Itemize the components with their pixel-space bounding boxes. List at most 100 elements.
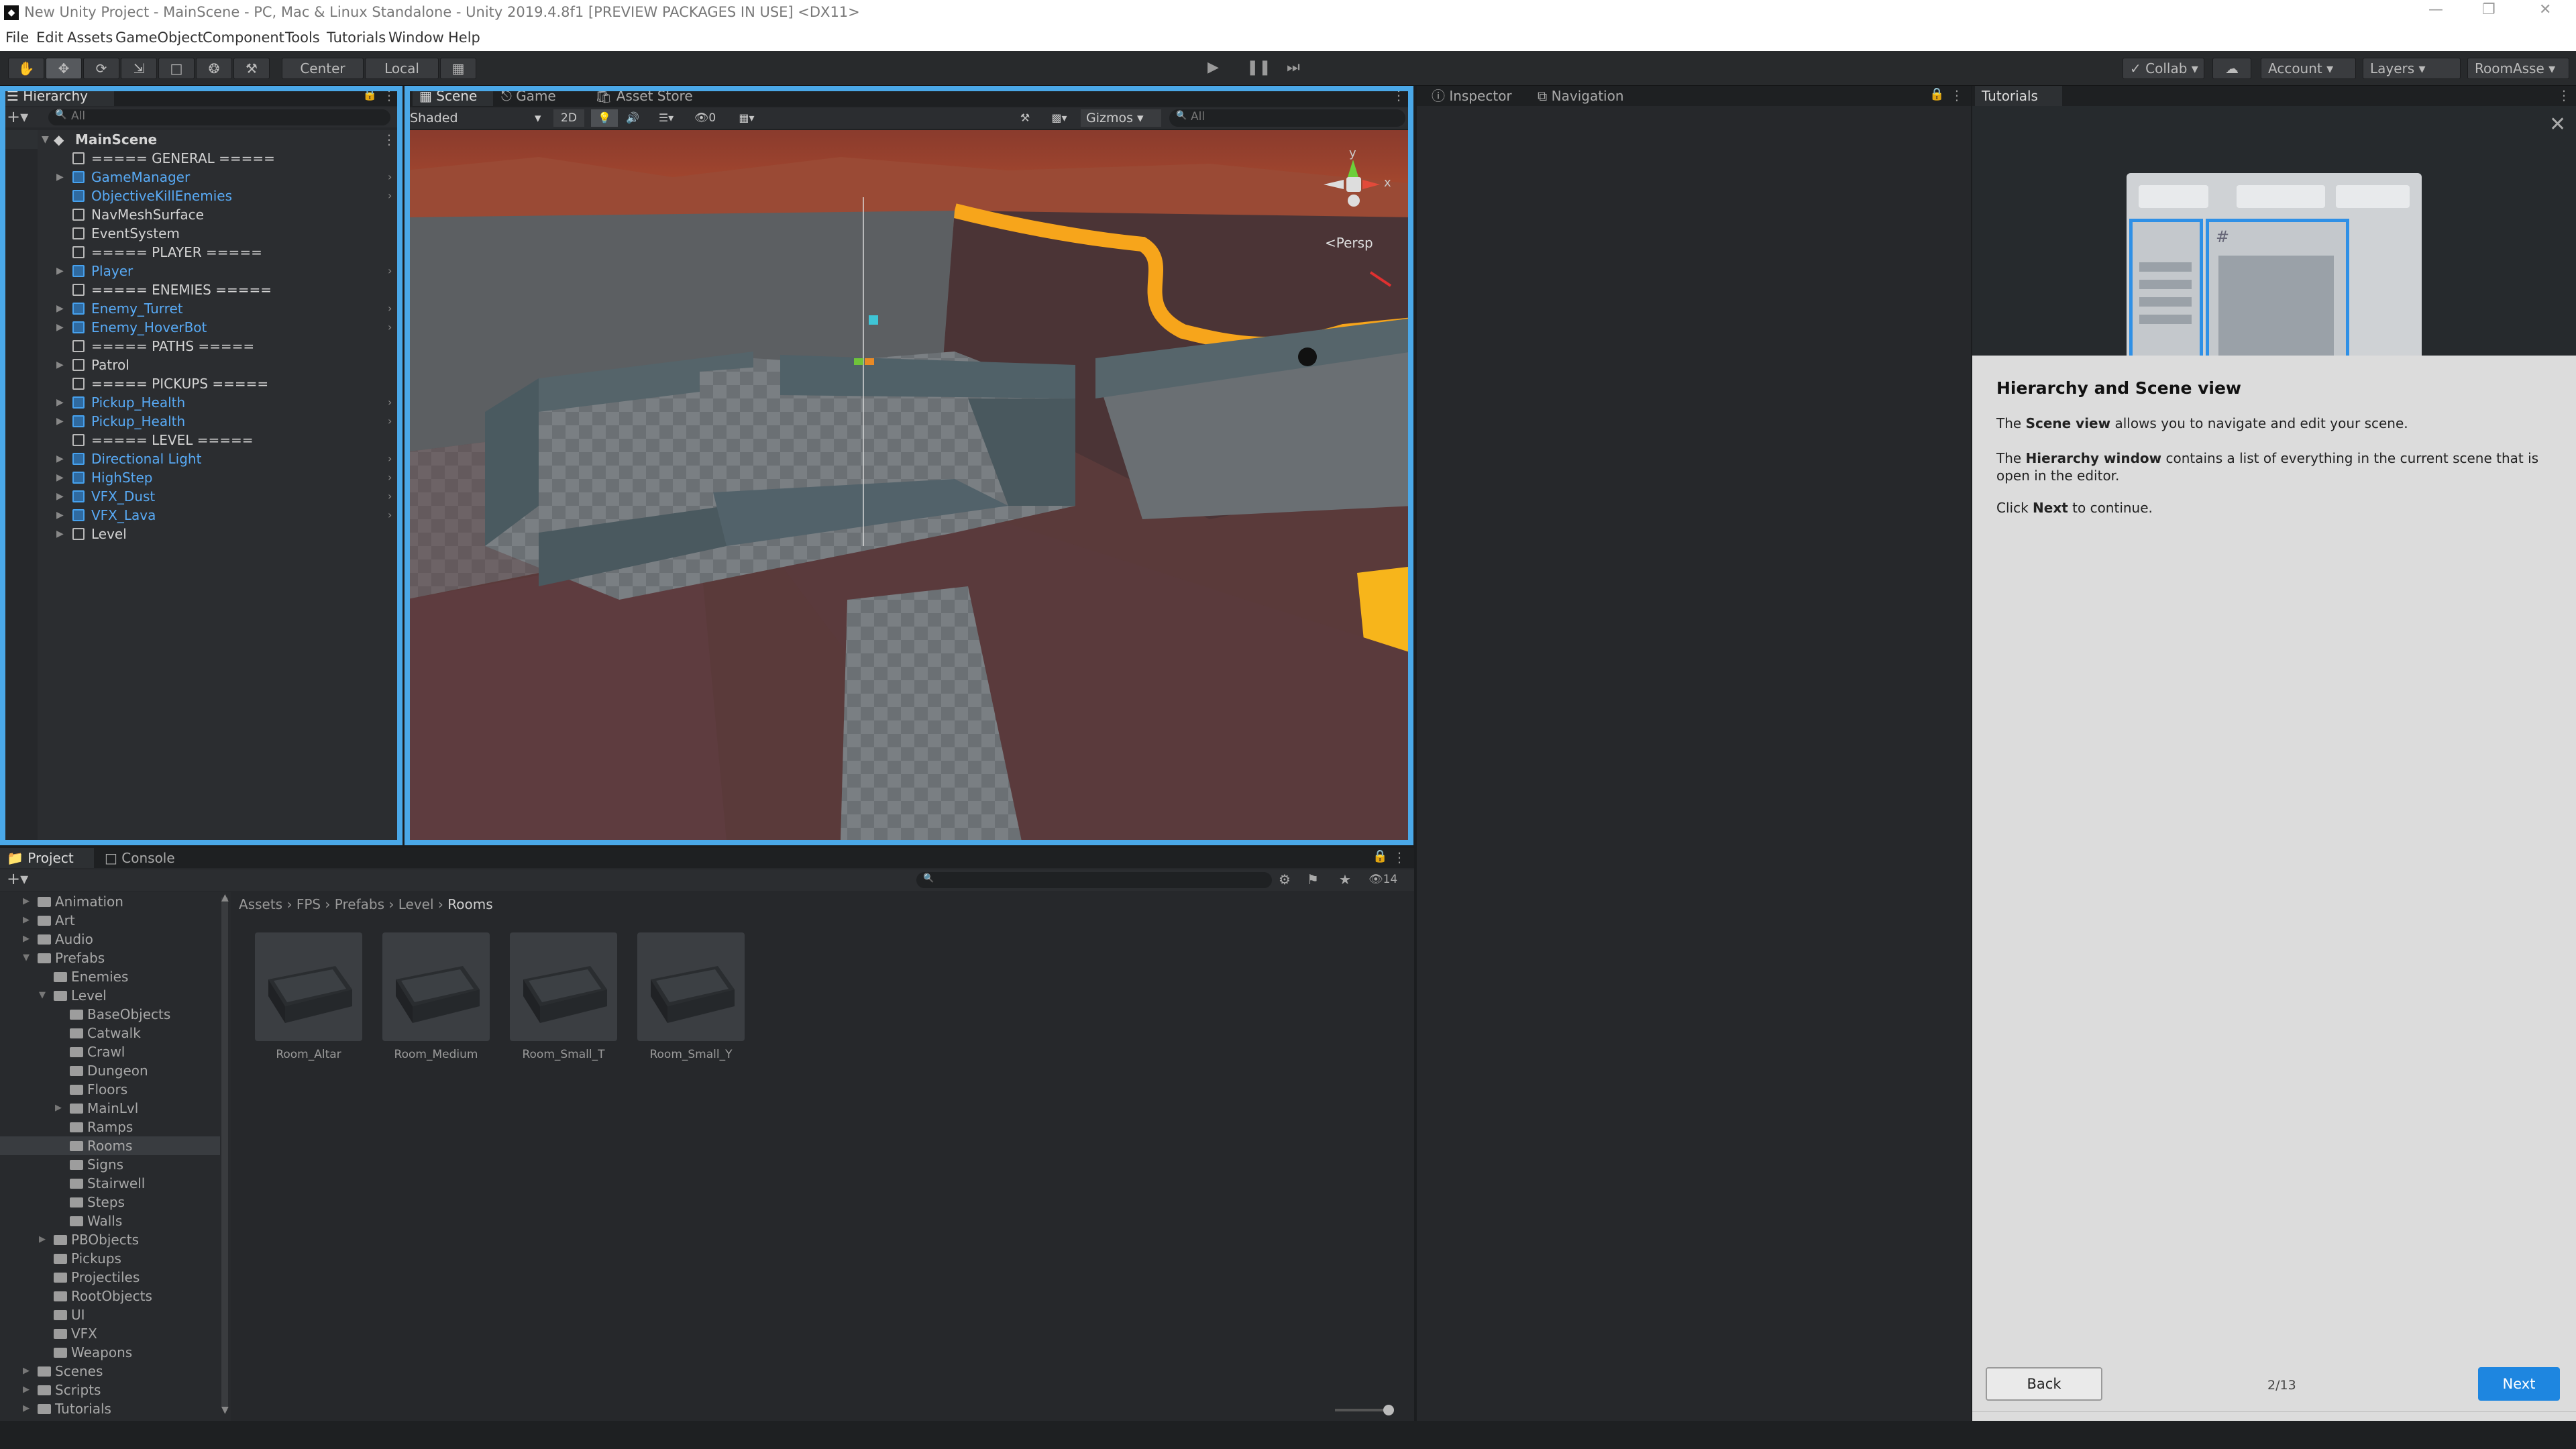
- shading-mode-dropdown[interactable]: Shaded ▾: [410, 109, 544, 127]
- expand-arrow-icon[interactable]: ▶: [56, 262, 64, 280]
- hand-tool-icon[interactable]: ✋: [8, 58, 44, 79]
- scene-root-item[interactable]: ▼ ◆ MainScene ⋮: [0, 130, 402, 149]
- project-folder-item[interactable]: Catwalk: [0, 1024, 220, 1042]
- project-folder-item[interactable]: ▶ Tutorials: [0, 1399, 220, 1418]
- asset-tile[interactable]: Room_Medium: [382, 932, 490, 1061]
- minimize-icon[interactable]: —: [2428, 1, 2443, 18]
- hierarchy-item[interactable]: ===== GENERAL =====: [0, 149, 402, 168]
- scene-viewport[interactable]: y x <Persp: [405, 130, 1413, 841]
- hierarchy-item[interactable]: ===== LEVEL =====: [0, 431, 402, 449]
- play-icon[interactable]: ▶: [1208, 58, 1241, 79]
- project-lock-icon[interactable]: 🔒: [1373, 849, 1387, 863]
- layout-dropdown[interactable]: RoomAsse ▾: [2467, 58, 2569, 79]
- asset-tile[interactable]: Room_Small_Y: [637, 932, 745, 1061]
- hidden-packages-toggle[interactable]: 👁14: [1368, 873, 1397, 886]
- open-prefab-icon[interactable]: ›: [388, 393, 392, 412]
- favorite-star-icon[interactable]: ★: [1339, 871, 1351, 888]
- open-prefab-icon[interactable]: ›: [388, 487, 392, 506]
- scale-tool-icon[interactable]: ⇲: [121, 58, 157, 79]
- expand-arrow-icon[interactable]: ▶: [56, 506, 64, 525]
- move-tool-icon[interactable]: ✥: [46, 58, 82, 79]
- hierarchy-item[interactable]: ▶ VFX_Dust ›: [0, 487, 402, 506]
- hierarchy-item[interactable]: ===== PATHS =====: [0, 337, 402, 356]
- expand-arrow-icon[interactable]: ▶: [23, 1399, 30, 1418]
- expand-arrow-icon[interactable]: ▶: [23, 930, 30, 949]
- breadcrumb-item[interactable]: Prefabs: [335, 896, 384, 912]
- hierarchy-item[interactable]: ▶ Pickup_Health ›: [0, 393, 402, 412]
- project-folder-item[interactable]: Rooms: [0, 1136, 220, 1155]
- gizmo-x-arrow-icon[interactable]: [1362, 180, 1380, 189]
- more-options-icon[interactable]: ⋮: [382, 87, 396, 103]
- scene-menu-icon[interactable]: ⋮: [382, 130, 396, 149]
- expand-arrow-icon[interactable]: ▶: [56, 393, 64, 412]
- audio-toggle-icon[interactable]: 🔊: [619, 109, 646, 127]
- expand-arrow-icon[interactable]: ▶: [56, 168, 64, 186]
- tab-tutorials[interactable]: Tutorials: [1975, 86, 2062, 106]
- hierarchy-item[interactable]: ObjectiveKillEnemies ›: [0, 186, 402, 205]
- tab-scene[interactable]: ▦ Scene: [413, 86, 493, 106]
- hierarchy-item[interactable]: ▶ Pickup_Health ›: [0, 412, 402, 431]
- project-folder-item[interactable]: Dungeon: [0, 1061, 220, 1080]
- expand-arrow-icon[interactable]: ▶: [56, 449, 64, 468]
- gizmo-center-cube-icon[interactable]: [1346, 177, 1361, 192]
- back-button[interactable]: Back: [1986, 1367, 2102, 1401]
- breadcrumb-item[interactable]: FPS: [297, 896, 321, 912]
- project-folder-item[interactable]: Projectiles: [0, 1268, 220, 1287]
- project-folder-item[interactable]: ▼ Level: [0, 986, 220, 1005]
- collab-dropdown[interactable]: ✓ Collab ▾: [2123, 58, 2204, 79]
- open-prefab-icon[interactable]: ›: [388, 506, 392, 525]
- layers-dropdown[interactable]: Layers ▾: [2363, 58, 2461, 79]
- project-folder-item[interactable]: Steps: [0, 1193, 220, 1212]
- rect-tool-icon[interactable]: □: [158, 58, 195, 79]
- hierarchy-item[interactable]: ===== ENEMIES =====: [0, 280, 402, 299]
- project-folder-item[interactable]: ▶ Audio: [0, 930, 220, 949]
- project-folder-item[interactable]: Stairwell: [0, 1174, 220, 1193]
- lock-icon[interactable]: 🔒: [362, 87, 377, 101]
- cloud-icon[interactable]: ☁: [2212, 58, 2251, 79]
- hierarchy-item[interactable]: ===== PICKUPS =====: [0, 374, 402, 393]
- open-prefab-icon[interactable]: ›: [388, 318, 392, 337]
- project-folder-item[interactable]: Walls: [0, 1212, 220, 1230]
- menu-gameobject[interactable]: GameObject: [115, 30, 203, 46]
- zoom-slider[interactable]: [1335, 1409, 1389, 1411]
- expand-arrow-icon[interactable]: ▼: [42, 130, 49, 149]
- rotate-tool-icon[interactable]: ⟳: [83, 58, 119, 79]
- project-folder-item[interactable]: Crawl: [0, 1042, 220, 1061]
- expand-arrow-icon[interactable]: ▶: [56, 299, 64, 318]
- expand-arrow-icon[interactable]: ▼: [23, 949, 30, 967]
- transform-tool-icon[interactable]: ❂: [196, 58, 232, 79]
- breadcrumb-item[interactable]: Assets: [239, 896, 282, 912]
- menu-tools[interactable]: Tools: [285, 30, 320, 46]
- tab-hierarchy[interactable]: ☰ Hierarchy: [0, 86, 114, 106]
- project-folder-item[interactable]: BaseObjects: [0, 1005, 220, 1024]
- hierarchy-item[interactable]: ▶ HighStep ›: [0, 468, 402, 487]
- scene-more-icon[interactable]: ⋮: [1392, 87, 1405, 103]
- toggle-2d-button[interactable]: 2D: [553, 109, 584, 127]
- menu-file[interactable]: File: [5, 30, 29, 46]
- inspector-more-icon[interactable]: ⋮: [1950, 87, 1964, 103]
- expand-arrow-icon[interactable]: ▶: [56, 525, 64, 543]
- restore-icon[interactable]: ❐: [2482, 1, 2496, 18]
- expand-arrow-icon[interactable]: ▶: [23, 1381, 30, 1399]
- expand-arrow-icon[interactable]: ▶: [56, 318, 64, 337]
- expand-arrow-icon[interactable]: ▶: [23, 911, 30, 930]
- expand-arrow-icon[interactable]: ▶: [56, 356, 64, 374]
- pause-icon[interactable]: ❚❚: [1246, 58, 1280, 79]
- projection-toggle[interactable]: <Persp: [1325, 235, 1373, 251]
- hierarchy-item[interactable]: ▶ Patrol: [0, 356, 402, 374]
- project-folder-item[interactable]: ▶ Animation: [0, 892, 220, 911]
- hierarchy-item[interactable]: ▶ Level: [0, 525, 402, 543]
- gizmo-y-arrow-icon[interactable]: [1348, 160, 1358, 177]
- project-folder-item[interactable]: Enemies: [0, 967, 220, 986]
- inspector-lock-icon[interactable]: 🔒: [1929, 87, 1944, 101]
- tab-navigation[interactable]: ⧉ Navigation: [1531, 86, 1678, 106]
- grid-snap-icon[interactable]: ▦: [440, 58, 476, 79]
- close-window-icon[interactable]: ✕: [2539, 1, 2551, 18]
- filter-label-icon[interactable]: ⚑: [1307, 871, 1319, 888]
- tree-scrollbar[interactable]: [221, 898, 228, 1407]
- open-prefab-icon[interactable]: ›: [388, 262, 392, 280]
- menu-component[interactable]: Component: [203, 30, 284, 46]
- hierarchy-item[interactable]: ▶ Enemy_Turret ›: [0, 299, 402, 318]
- hierarchy-item[interactable]: NavMeshSurface: [0, 205, 402, 224]
- tab-asset-store[interactable]: 🛍 Asset Store: [588, 86, 716, 106]
